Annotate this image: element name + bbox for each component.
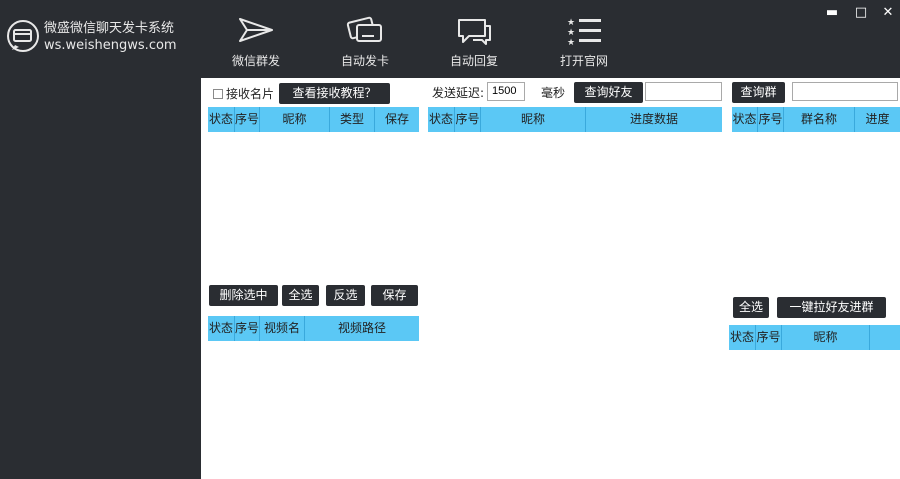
column-header: 昵称 (782, 325, 870, 350)
contacts-table-header: 状态 序号 昵称 类型 保存 (208, 107, 419, 132)
app-url: ws.weishengws.com (44, 38, 177, 53)
delay-unit-label: 毫秒 (541, 86, 566, 100)
receive-card-label: 接收名片 (226, 87, 275, 101)
svg-text:★: ★ (567, 28, 575, 38)
friends-table-header: 状态 序号 昵称 进度数据 (428, 107, 722, 132)
invert-selection-button[interactable]: 反选 (326, 285, 365, 306)
column-header: 进度 (865, 112, 890, 126)
nav-label: 微信群发 (231, 54, 280, 68)
svg-text:★: ★ (567, 18, 575, 28)
column-header-empty (870, 325, 900, 350)
column-header: 昵称 (481, 107, 586, 132)
column-header: 保存 (384, 112, 409, 126)
nav-mass-send[interactable]: 微信群发 (208, 10, 304, 72)
maximize-button[interactable]: □ (851, 4, 871, 22)
app-title: 微盛微信聊天发卡系统 (44, 21, 175, 36)
video-table-header: 状态 序号 视频名 视频路径 (208, 316, 419, 341)
column-header: 昵称 (260, 107, 330, 132)
groups-table-header: 状态 序号 群名称 进度 (732, 107, 900, 132)
top-bar: 微盛微信聊天发卡系统 ws.weishengws.com 微信群发 自动发卡 自… (0, 0, 900, 78)
column-header: 序号 (758, 107, 784, 132)
select-all-button[interactable]: 全选 (282, 285, 319, 306)
nav-label: 自动发卡 (340, 54, 389, 68)
main-panel: 接收名片 查看接收教程？ 状态 序号 昵称 类型 保存 发送延迟: 毫秒 查询好… (201, 78, 900, 479)
invite-table-header: 状态 序号 昵称 (729, 325, 900, 350)
column-header: 状态 (208, 107, 235, 132)
sidebar (0, 78, 201, 479)
column-header: 群名称 (784, 107, 855, 132)
chat-bubble-icon (458, 19, 491, 45)
nav-open-website[interactable]: ★ ★ ★ 打开官网 (536, 10, 632, 72)
column-header: 状态 (428, 107, 455, 132)
column-header: 序号 (756, 325, 782, 350)
send-delay-input[interactable] (487, 82, 525, 101)
pull-friends-into-group-button[interactable]: 一键拉好友进群 (777, 297, 886, 318)
query-groups-button[interactable]: 查询群 (732, 82, 785, 103)
minimize-button[interactable]: ▬ (822, 4, 842, 22)
svg-text:★: ★ (567, 38, 575, 46)
friend-search-input[interactable] (645, 82, 722, 101)
delete-selected-button[interactable]: 删除选中 (209, 285, 278, 306)
column-header: 序号 (235, 316, 260, 341)
column-header: 序号 (455, 107, 481, 132)
receive-card-checkbox[interactable] (213, 89, 223, 99)
star-list-icon: ★ ★ ★ (567, 18, 601, 46)
app-logo-icon (7, 20, 39, 52)
column-header: 状态 (729, 325, 756, 350)
nav-auto-reply[interactable]: 自动回复 (426, 10, 522, 72)
save-button[interactable]: 保存 (371, 285, 418, 306)
column-header: 状态 (208, 316, 235, 341)
column-header: 类型 (330, 107, 375, 132)
column-header: 序号 (235, 107, 260, 132)
column-header: 状态 (732, 107, 758, 132)
send-delay-label: 发送延迟: (432, 86, 485, 100)
close-button[interactable]: ✕ (878, 4, 898, 22)
invite-select-all-button[interactable]: 全选 (733, 297, 769, 318)
column-header: 进度数据 (629, 112, 678, 126)
cards-icon (346, 16, 382, 42)
column-header: 视频名 (260, 316, 305, 341)
query-friends-button[interactable]: 查询好友 (574, 82, 643, 103)
nav-label: 打开官网 (559, 54, 608, 68)
nav-auto-card[interactable]: 自动发卡 (317, 10, 413, 72)
column-header: 视频路径 (337, 321, 386, 335)
send-plane-icon (239, 18, 273, 42)
group-search-input[interactable] (792, 82, 898, 101)
view-tutorial-button[interactable]: 查看接收教程？ (279, 83, 390, 104)
nav-label: 自动回复 (449, 54, 498, 68)
